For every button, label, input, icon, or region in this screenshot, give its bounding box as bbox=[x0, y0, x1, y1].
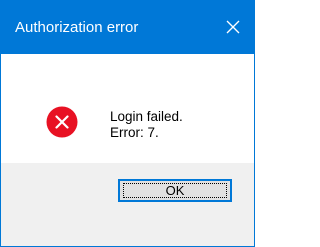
dialog-body: Login failed. Error: 7. bbox=[1, 54, 254, 163]
error-message: Login failed. Error: 7. bbox=[110, 109, 183, 141]
error-icon bbox=[46, 106, 78, 138]
close-icon bbox=[218, 12, 248, 42]
ok-button[interactable]: OK bbox=[118, 179, 232, 202]
error-dialog: Authorization error Login failed. Error:… bbox=[0, 0, 255, 247]
message-line-2: Error: 7. bbox=[110, 125, 159, 140]
ok-button-label: OK bbox=[165, 183, 185, 198]
message-line-1: Login failed. bbox=[110, 109, 183, 124]
close-button[interactable] bbox=[218, 12, 248, 42]
dialog-title: Authorization error bbox=[15, 19, 139, 36]
dialog-footer: OK bbox=[1, 163, 254, 246]
title-bar[interactable]: Authorization error bbox=[1, 0, 254, 54]
